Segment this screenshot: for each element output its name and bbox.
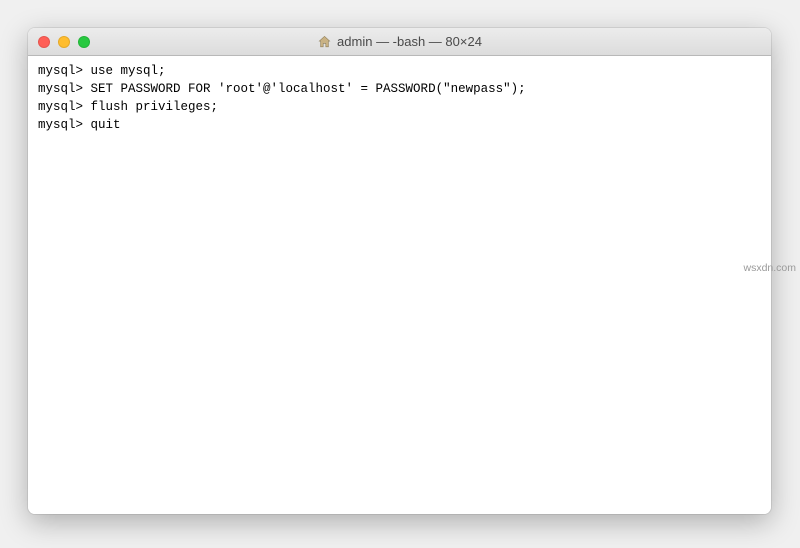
terminal-content[interactable]: mysql> use mysql;mysql> SET PASSWORD FOR… (28, 56, 771, 514)
terminal-line: mysql> SET PASSWORD FOR 'root'@'localhos… (38, 80, 761, 98)
window-title: admin — -bash — 80×24 (28, 34, 771, 49)
watermark: wsxdn.com (743, 262, 796, 274)
window-title-text: admin — -bash — 80×24 (337, 34, 482, 49)
close-button[interactable] (38, 36, 50, 48)
titlebar[interactable]: admin — -bash — 80×24 (28, 28, 771, 56)
terminal-line: mysql> quit (38, 116, 761, 134)
terminal-line: mysql> use mysql; (38, 62, 761, 80)
traffic-lights (38, 36, 90, 48)
maximize-button[interactable] (78, 36, 90, 48)
terminal-window: admin — -bash — 80×24 mysql> use mysql;m… (28, 28, 771, 514)
minimize-button[interactable] (58, 36, 70, 48)
terminal-line: mysql> flush privileges; (38, 98, 761, 116)
home-icon (317, 35, 332, 49)
